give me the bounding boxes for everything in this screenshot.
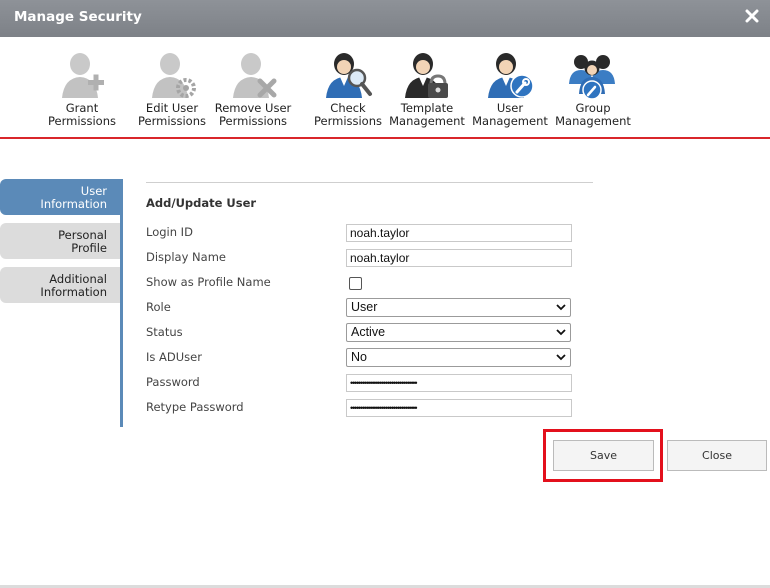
show-as-profile-label: Show as Profile Name bbox=[146, 275, 271, 289]
role-value: User bbox=[351, 300, 378, 314]
group-wrench-icon bbox=[569, 55, 615, 100]
title-bar: Manage Security bbox=[0, 0, 770, 37]
close-icon[interactable] bbox=[745, 9, 759, 23]
chevron-down-icon bbox=[556, 329, 566, 336]
chevron-down-icon bbox=[556, 304, 566, 311]
tab-additional-information[interactable]: Additional Information bbox=[0, 267, 121, 303]
toolbar-label: Grant Permissions bbox=[47, 101, 117, 128]
tab-personal-profile[interactable]: Personal Profile bbox=[0, 223, 121, 259]
save-button[interactable]: Save bbox=[553, 440, 654, 471]
password-field[interactable]: •••••••••••••••••••••••••••••••••• bbox=[346, 374, 572, 392]
edit-user-permissions-button[interactable]: Edit User Permissions bbox=[127, 50, 217, 128]
is-aduser-label: Is ADUser bbox=[146, 350, 202, 364]
toolbar-divider bbox=[0, 137, 770, 139]
login-id-label: Login ID bbox=[146, 225, 193, 239]
toolbar-label: Group Management bbox=[555, 101, 631, 128]
toolbar-label: Edit User Permissions bbox=[137, 101, 207, 128]
section-title: Add/Update User bbox=[146, 196, 257, 210]
user-lock-icon bbox=[405, 53, 448, 98]
toolbar-label: Remove User Permissions bbox=[214, 101, 292, 128]
status-label: Status bbox=[146, 325, 183, 339]
status-select[interactable]: Active bbox=[346, 323, 571, 342]
toolbar-label: Check Permissions bbox=[313, 101, 383, 128]
check-permissions-button[interactable]: Check Permissions bbox=[303, 50, 393, 128]
user-remove-icon bbox=[233, 53, 277, 98]
role-select[interactable]: User bbox=[346, 298, 571, 317]
section-divider bbox=[146, 182, 593, 183]
user-search-icon bbox=[326, 53, 372, 98]
template-management-button[interactable]: Template Management bbox=[382, 50, 472, 128]
toolbar: Grant Permissions Edit User Permissions … bbox=[0, 37, 770, 138]
chevron-down-icon bbox=[556, 354, 566, 361]
retype-password-field[interactable]: •••••••••••••••••••••••••••••••••• bbox=[346, 399, 572, 417]
display-name-field[interactable]: noah.taylor bbox=[346, 249, 572, 267]
display-name-label: Display Name bbox=[146, 250, 226, 264]
grant-permissions-button[interactable]: Grant Permissions bbox=[37, 50, 127, 128]
tab-user-information[interactable]: User Information bbox=[0, 179, 121, 215]
group-management-button[interactable]: Group Management bbox=[548, 50, 638, 128]
show-as-profile-checkbox[interactable] bbox=[349, 277, 362, 290]
is-aduser-select[interactable]: No bbox=[346, 348, 571, 367]
toolbar-label: User Management bbox=[472, 101, 548, 128]
window-title: Manage Security bbox=[14, 9, 142, 25]
toolbar-label: Template Management bbox=[389, 101, 465, 128]
sidebar-divider bbox=[120, 179, 123, 427]
login-id-field[interactable]: noah.taylor bbox=[346, 224, 572, 242]
retype-password-label: Retype Password bbox=[146, 400, 244, 414]
user-wrench-icon bbox=[488, 53, 534, 98]
close-button[interactable]: Close bbox=[667, 440, 767, 471]
remove-user-permissions-button[interactable]: Remove User Permissions bbox=[208, 50, 298, 128]
user-management-button[interactable]: User Management bbox=[465, 50, 555, 128]
status-value: Active bbox=[351, 325, 386, 339]
is-aduser-value: No bbox=[351, 350, 367, 364]
user-gear-icon bbox=[152, 53, 196, 98]
user-plus-icon bbox=[62, 53, 104, 98]
password-label: Password bbox=[146, 375, 200, 389]
role-label: Role bbox=[146, 300, 171, 314]
